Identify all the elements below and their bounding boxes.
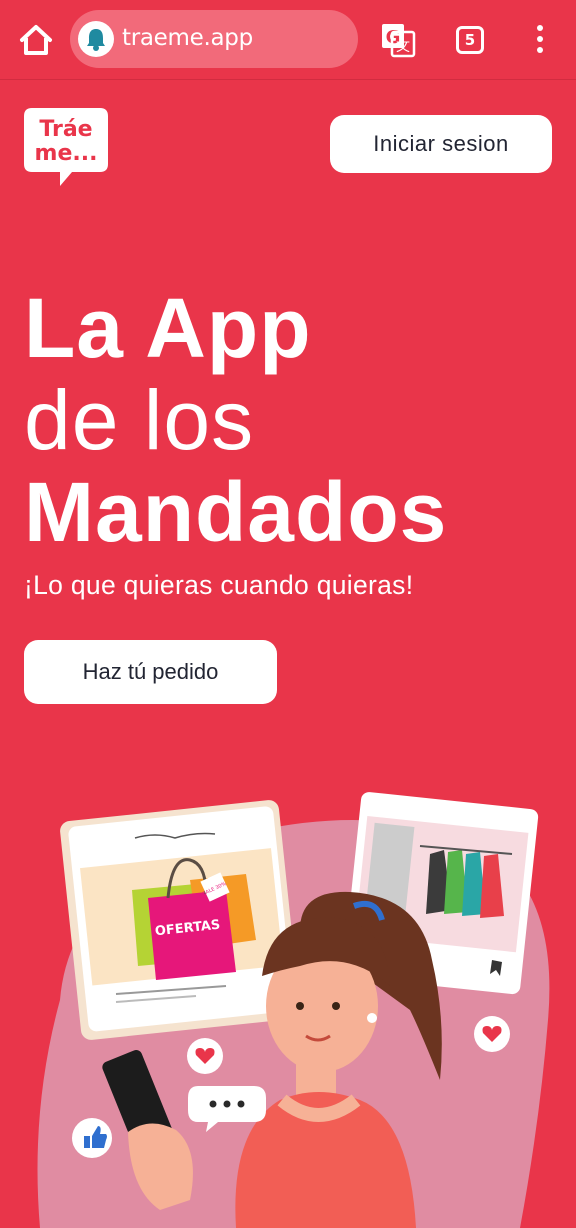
browser-toolbar: traeme.app G 文 5 <box>0 0 576 80</box>
site-info-icon[interactable] <box>78 21 114 57</box>
hero-illustration: OFERTAS SALE 30% <box>37 792 550 1228</box>
hero-subtitle: ¡Lo que quieras cuando quieras! <box>24 570 414 600</box>
logo-text-line1: Tráe <box>39 117 92 142</box>
menu-dots-icon[interactable] <box>530 22 550 58</box>
offers-card: OFERTAS SALE 30% <box>60 800 300 1040</box>
address-bar[interactable]: traeme.app <box>70 10 358 68</box>
url-text: traeme.app <box>122 25 253 51</box>
like-bubble <box>72 1118 112 1158</box>
hero-title-line2: de los <box>24 373 255 467</box>
logo-text-line2: me... <box>35 141 98 166</box>
svg-text:文: 文 <box>396 39 410 55</box>
hero-title-line3: Mandados <box>24 465 448 559</box>
heart-bubble-left <box>187 1038 223 1074</box>
translate-icon[interactable]: G 文 <box>378 20 418 60</box>
hero-title: La App de los Mandados <box>24 282 564 558</box>
traeme-logo[interactable]: Tráe me... <box>22 102 112 188</box>
home-icon[interactable] <box>16 22 56 58</box>
login-button[interactable]: Iniciar sesion <box>330 115 552 173</box>
notification-bell-icon <box>87 29 105 51</box>
hero-title-line1: La App <box>24 281 312 375</box>
tabs-counter-button[interactable]: 5 <box>456 26 484 54</box>
heart-bubble-right <box>474 1016 510 1052</box>
place-order-button[interactable]: Haz tú pedido <box>24 640 277 704</box>
